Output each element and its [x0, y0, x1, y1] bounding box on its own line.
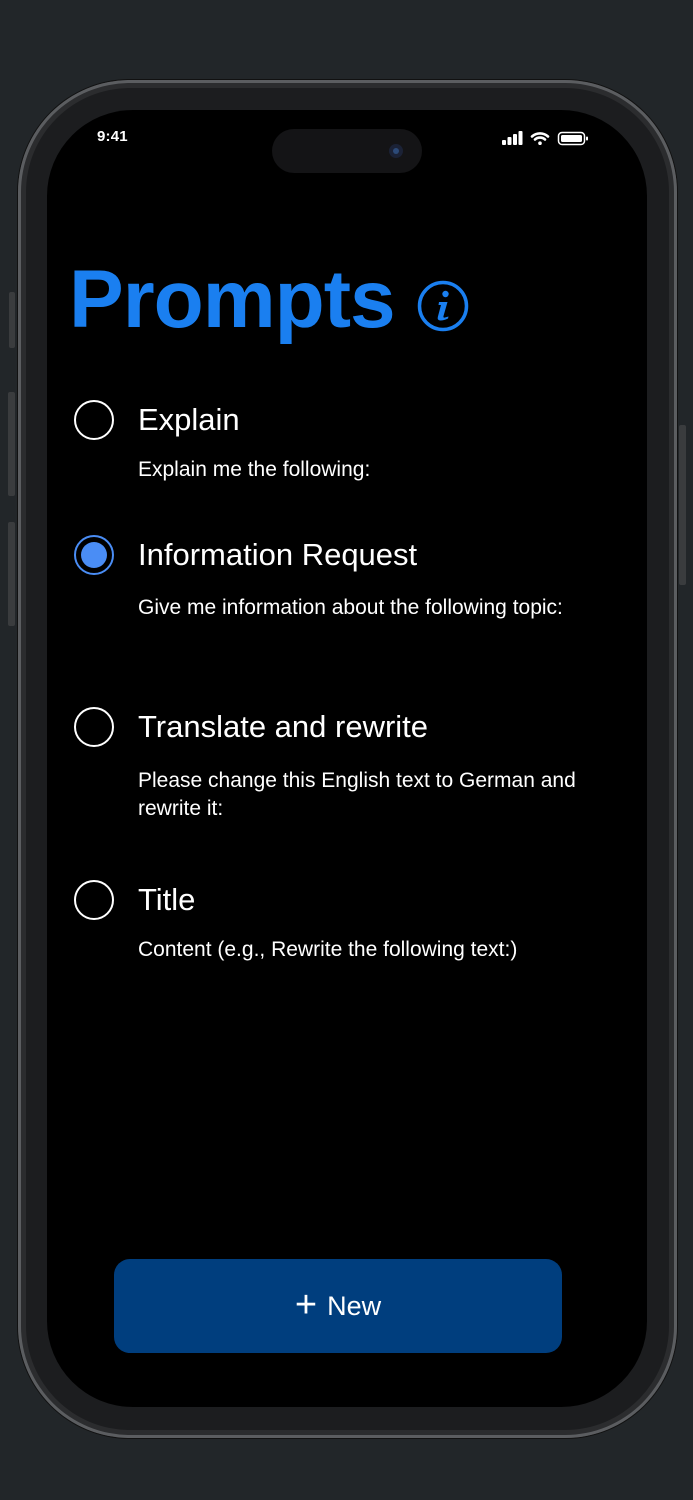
- dynamic-island: [272, 129, 422, 173]
- info-icon[interactable]: [417, 280, 469, 332]
- action-button: [9, 292, 15, 348]
- volume-down-button: [8, 522, 15, 626]
- new-prompt-button[interactable]: + New: [114, 1259, 562, 1353]
- prompt-option-title[interactable]: Title Content (e.g., Rewrite the followi…: [74, 880, 594, 970]
- prompt-description: Explain me the following:: [138, 458, 371, 481]
- status-icons: [500, 128, 592, 148]
- prompt-title: Explain: [138, 402, 240, 437]
- camera-icon: [389, 144, 403, 158]
- volume-up-button: [8, 392, 15, 496]
- radio-button-selected[interactable]: [74, 535, 114, 575]
- plus-icon: +: [294, 1283, 318, 1326]
- prompt-title: Information Request: [138, 537, 418, 572]
- status-icons-svg: [502, 131, 588, 146]
- device-stage: 9:41 Prompts Explain Explain me the foll…: [0, 0, 693, 1500]
- wifi-icon: [530, 132, 550, 145]
- page-title: Prompts: [69, 254, 396, 345]
- prompt-description: Content (e.g., Rewrite the following tex…: [138, 938, 518, 961]
- cellular-signal-icon: [502, 131, 523, 145]
- power-button: [679, 425, 686, 585]
- prompt-option-information-request[interactable]: Information Request Give me information …: [74, 535, 594, 655]
- prompt-description: Please change this English text to Germa…: [138, 769, 576, 820]
- prompt-title: Translate and rewrite: [138, 709, 429, 744]
- prompt-title: Title: [138, 882, 196, 917]
- radio-button[interactable]: [74, 880, 114, 920]
- radio-button[interactable]: [74, 400, 114, 440]
- prompt-description: Give me information about the following …: [138, 596, 563, 619]
- radio-button[interactable]: [74, 707, 114, 747]
- status-time: 9:41: [97, 128, 128, 145]
- prompt-option-translate-and-rewrite[interactable]: Translate and rewrite Please change this…: [74, 707, 594, 827]
- battery-icon: [557, 131, 588, 146]
- info-icon-svg: [417, 280, 469, 332]
- prompt-option-explain[interactable]: Explain Explain me the following:: [74, 400, 594, 490]
- new-button-label: New: [327, 1290, 382, 1321]
